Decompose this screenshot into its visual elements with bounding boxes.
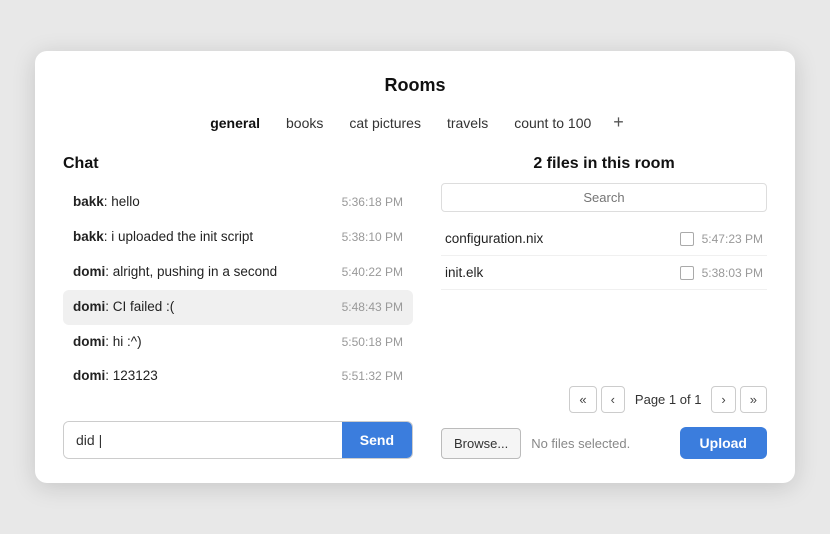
search-input[interactable] bbox=[441, 183, 767, 212]
message-text: domi: hi :^) bbox=[73, 333, 330, 352]
sender-name: domi bbox=[73, 264, 105, 279]
message-row: bakk: hello 5:36:18 PM bbox=[63, 185, 413, 220]
tab-cat-pictures[interactable]: cat pictures bbox=[339, 111, 431, 135]
message-time: 5:48:43 PM bbox=[342, 300, 403, 314]
app-window: Rooms general books cat pictures travels… bbox=[35, 51, 795, 483]
chat-input[interactable] bbox=[64, 422, 342, 458]
tab-general[interactable]: general bbox=[200, 111, 270, 135]
sender-name: domi bbox=[73, 334, 105, 349]
send-button[interactable]: Send bbox=[342, 422, 412, 458]
message-text: bakk: hello bbox=[73, 193, 330, 212]
message-row: domi: hi :^) 5:50:18 PM bbox=[63, 325, 413, 360]
rooms-title: Rooms bbox=[63, 75, 767, 96]
add-tab-button[interactable]: + bbox=[607, 110, 630, 135]
chat-title: Chat bbox=[63, 155, 413, 173]
sender-name: bakk bbox=[73, 194, 104, 209]
chat-input-area: Send bbox=[63, 421, 413, 459]
message-time: 5:38:10 PM bbox=[342, 230, 403, 244]
message-text: domi: 123123 bbox=[73, 367, 330, 386]
message-row: domi: 123123 5:51:32 PM bbox=[63, 359, 413, 394]
next-page-button[interactable]: › bbox=[711, 386, 735, 413]
browse-button[interactable]: Browse... bbox=[441, 428, 521, 459]
tab-books[interactable]: books bbox=[276, 111, 333, 135]
chat-panel: Chat bakk: hello 5:36:18 PM bakk: i uplo… bbox=[63, 155, 413, 459]
tab-count-to-100[interactable]: count to 100 bbox=[504, 111, 601, 135]
pagination: « ‹ Page 1 of 1 › » bbox=[441, 386, 767, 413]
file-name: init.elk bbox=[445, 265, 680, 280]
sender-name: domi bbox=[73, 368, 105, 383]
messages-list: bakk: hello 5:36:18 PM bakk: i uploaded … bbox=[63, 185, 413, 405]
files-panel: 2 files in this room configuration.nix 5… bbox=[441, 155, 767, 459]
file-row: configuration.nix 5:47:23 PM bbox=[441, 222, 767, 256]
files-title: 2 files in this room bbox=[441, 155, 767, 173]
message-text: domi: CI failed :( bbox=[73, 298, 330, 317]
sender-name: domi bbox=[73, 299, 105, 314]
file-time: 5:38:03 PM bbox=[702, 266, 763, 280]
file-name: configuration.nix bbox=[445, 231, 680, 246]
main-content: Chat bakk: hello 5:36:18 PM bakk: i uplo… bbox=[63, 155, 767, 459]
message-row: domi: alright, pushing in a second 5:40:… bbox=[63, 255, 413, 290]
message-time: 5:51:32 PM bbox=[342, 369, 403, 383]
page-label: Page 1 of 1 bbox=[629, 392, 708, 407]
file-row: init.elk 5:38:03 PM bbox=[441, 256, 767, 290]
message-time: 5:40:22 PM bbox=[342, 265, 403, 279]
tabs-bar: general books cat pictures travels count… bbox=[63, 110, 767, 135]
file-right: 5:38:03 PM bbox=[680, 266, 763, 280]
sender-name: bakk bbox=[73, 229, 104, 244]
no-files-label: No files selected. bbox=[531, 436, 630, 451]
upload-bar: Browse... No files selected. Upload bbox=[441, 427, 767, 459]
message-text: domi: alright, pushing in a second bbox=[73, 263, 330, 282]
last-page-button[interactable]: » bbox=[740, 386, 767, 413]
message-row: bakk: i uploaded the init script 5:38:10… bbox=[63, 220, 413, 255]
file-checkbox[interactable] bbox=[680, 266, 694, 280]
file-right: 5:47:23 PM bbox=[680, 232, 763, 246]
file-time: 5:47:23 PM bbox=[702, 232, 763, 246]
first-page-button[interactable]: « bbox=[569, 386, 596, 413]
message-row-highlighted: domi: CI failed :( 5:48:43 PM bbox=[63, 290, 413, 325]
tab-travels[interactable]: travels bbox=[437, 111, 498, 135]
file-checkbox[interactable] bbox=[680, 232, 694, 246]
message-time: 5:50:18 PM bbox=[342, 335, 403, 349]
message-text: bakk: i uploaded the init script bbox=[73, 228, 330, 247]
prev-page-button[interactable]: ‹ bbox=[601, 386, 625, 413]
message-time: 5:36:18 PM bbox=[342, 195, 403, 209]
files-list: configuration.nix 5:47:23 PM init.elk 5:… bbox=[441, 222, 767, 368]
upload-button[interactable]: Upload bbox=[680, 427, 767, 459]
